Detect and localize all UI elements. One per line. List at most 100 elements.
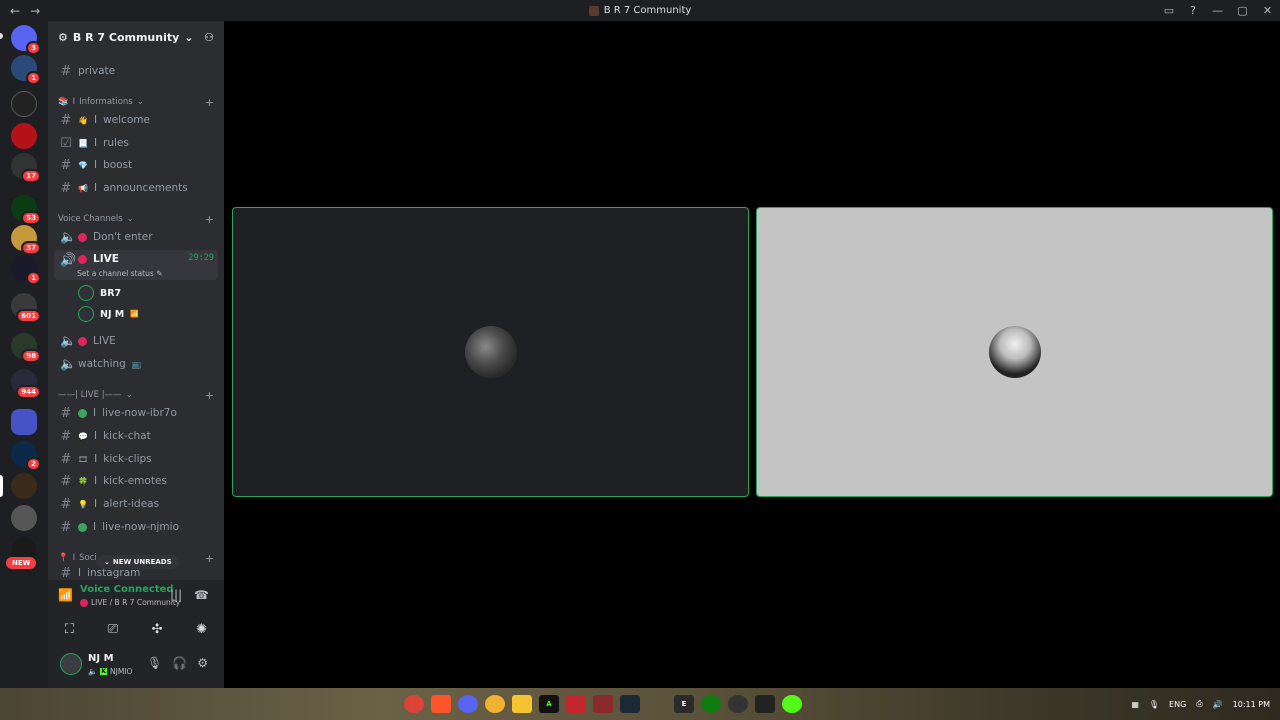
app-icon[interactable] xyxy=(809,695,829,713)
server-header[interactable]: ⚙ B R 7 Community ⌄ ⚇ xyxy=(48,21,224,54)
channel-welcome[interactable]: # 👋 I welcome xyxy=(54,110,218,130)
server-folder-icon[interactable]: 98 xyxy=(11,333,41,363)
separator: I xyxy=(72,97,76,107)
gear-icon[interactable]: ⚙ xyxy=(197,656,208,670)
help-icon[interactable]: ? xyxy=(1181,4,1205,17)
create-channel-icon[interactable]: + xyxy=(205,389,214,402)
voice-location[interactable]: LIVE / B R 7 Community xyxy=(80,598,180,607)
file-explorer-icon[interactable] xyxy=(512,695,532,713)
voice-channel-live[interactable]: 🔈 LIVE xyxy=(54,331,218,351)
server-icon[interactable]: 53 xyxy=(11,195,41,225)
app-icon[interactable] xyxy=(755,695,775,713)
brave-icon[interactable] xyxy=(431,695,451,713)
channel-rules[interactable]: ☑ 📃 I rules xyxy=(54,133,218,153)
activities-icon[interactable]: ✣ xyxy=(152,622,163,637)
headphones-icon[interactable]: 🎧 xyxy=(172,656,187,670)
server-icon[interactable]: 1 xyxy=(11,255,41,285)
rules-check-icon: ☑ xyxy=(60,135,72,151)
tray-icon[interactable]: ▦ xyxy=(1131,700,1139,709)
kick-icon[interactable] xyxy=(782,695,802,713)
winrar-icon[interactable] xyxy=(593,695,613,713)
volume-icon[interactable]: 🔊 xyxy=(1213,700,1223,709)
set-channel-status[interactable]: Set a channel status ✎ xyxy=(77,269,162,278)
server-icon[interactable] xyxy=(11,473,37,499)
green-circle-icon xyxy=(78,522,87,532)
category-voice-channels[interactable]: Voice Channels ⌄ + xyxy=(58,212,214,226)
app-icon[interactable]: A xyxy=(539,695,559,713)
screen-share-icon[interactable]: ⎚ xyxy=(108,622,118,637)
speech-bubble-icon: 💬 xyxy=(78,431,88,441)
server-icon[interactable] xyxy=(11,123,37,149)
create-channel-icon[interactable]: + xyxy=(205,96,214,109)
unread-badge: 3 xyxy=(26,41,41,55)
channel-kick-clips[interactable]: # 🎞 I kick-clips xyxy=(54,449,218,469)
steam-icon[interactable] xyxy=(620,695,640,713)
server-folder-icon[interactable]: 944 xyxy=(11,369,41,399)
soundboard-icon[interactable]: ✺ xyxy=(196,622,207,637)
clover-icon: 🍀 xyxy=(78,476,88,486)
new-badge[interactable]: NEW xyxy=(6,557,37,569)
invite-people-icon[interactable]: ⚇ xyxy=(204,31,214,44)
discord-icon[interactable] xyxy=(458,695,478,713)
server-icon[interactable]: 17 xyxy=(11,153,41,183)
server-icon[interactable]: 37 xyxy=(11,225,41,255)
server-icon[interactable] xyxy=(11,91,37,117)
category-live[interactable]: ——| LIVE |—— ⌄ + xyxy=(58,388,214,402)
server-icon[interactable] xyxy=(11,505,37,531)
microphone-tray-icon[interactable]: 🎙 xyxy=(1149,700,1159,709)
signal-icon[interactable]: 📶 xyxy=(58,588,73,602)
clock[interactable]: 10:11 PM xyxy=(1233,700,1270,709)
noise-suppression-icon[interactable]: ||| xyxy=(170,588,182,602)
app-icon[interactable] xyxy=(566,695,586,713)
server-icon[interactable]: 601 xyxy=(11,293,41,323)
home-discord-icon[interactable]: 3 xyxy=(11,25,41,55)
language-indicator[interactable]: ENG xyxy=(1169,700,1186,709)
category-label: Voice Channels xyxy=(58,214,123,224)
video-tile-br7[interactable] xyxy=(232,207,749,497)
disconnect-icon[interactable]: ☎ xyxy=(194,588,209,602)
channel-alert-ideas[interactable]: # 💡 I alert-ideas xyxy=(54,494,218,514)
chrome-icon[interactable] xyxy=(404,695,424,713)
back-arrow-icon[interactable]: ← xyxy=(10,4,20,18)
channel-live-now-njmio[interactable]: # I live-now-njmio xyxy=(54,517,218,537)
user-avatar[interactable] xyxy=(60,653,82,675)
microphone-icon[interactable]: 🎙 xyxy=(147,656,162,670)
server-icon[interactable]: 1 xyxy=(11,55,41,85)
hash-icon: # xyxy=(60,428,72,444)
camera-off-icon[interactable]: ⛶ xyxy=(65,622,74,637)
channel-kick-emotes[interactable]: # 🍀 I kick-emotes xyxy=(54,471,218,491)
voice-channel-watching[interactable]: 🔈 watching 📺 xyxy=(54,354,218,374)
channel-announcements[interactable]: # 📢 I announcements xyxy=(54,178,218,198)
folder-icon[interactable] xyxy=(11,409,37,435)
obs-icon[interactable] xyxy=(728,695,748,713)
channel-live-now-ibr7o[interactable]: # I live-now-ibr7o xyxy=(54,403,218,423)
live-timer: 29:29 xyxy=(188,253,214,263)
member-name: BR7 xyxy=(100,287,122,299)
maximize-button[interactable]: ▢ xyxy=(1230,4,1255,17)
user-name[interactable]: NJ M xyxy=(88,653,114,664)
network-icon[interactable]: ⎙ xyxy=(1196,699,1202,709)
forward-arrow-icon[interactable]: → xyxy=(30,4,40,18)
pencil-icon: ✎ xyxy=(156,269,163,278)
channel-kick-chat[interactable]: # 💬 I kick-chat xyxy=(54,426,218,446)
channel-boost[interactable]: # 💎 I boost xyxy=(54,155,218,175)
server-icon[interactable]: 2 xyxy=(11,441,41,471)
create-channel-icon[interactable]: + xyxy=(205,213,214,226)
voice-member-njm[interactable]: NJ M 📶 xyxy=(78,305,139,323)
new-unreads-button[interactable]: ⌄ NEW UNREADS xyxy=(97,555,179,569)
minimize-button[interactable]: — xyxy=(1205,4,1230,17)
messenger-icon[interactable] xyxy=(485,695,505,713)
app-icon[interactable] xyxy=(647,695,667,713)
voice-channel-dont-enter[interactable]: 🔈 Don't enter xyxy=(54,227,218,247)
channel-private[interactable]: # private xyxy=(54,61,218,81)
xbox-icon[interactable] xyxy=(701,695,721,713)
voice-member-br7[interactable]: BR7 xyxy=(78,284,121,302)
video-tile-njm[interactable] xyxy=(756,207,1273,497)
category-informations[interactable]: 📚 I Informations ⌄ + xyxy=(58,95,214,109)
close-button[interactable]: ✕ xyxy=(1255,4,1280,17)
voice-connection-panel: 📶 Voice Connected LIVE / B R 7 Community… xyxy=(48,580,224,688)
epic-games-icon[interactable]: E xyxy=(674,695,694,713)
inbox-icon[interactable]: ▭ xyxy=(1157,4,1181,17)
voice-status[interactable]: Voice Connected xyxy=(80,584,174,595)
create-channel-icon[interactable]: + xyxy=(205,552,214,565)
